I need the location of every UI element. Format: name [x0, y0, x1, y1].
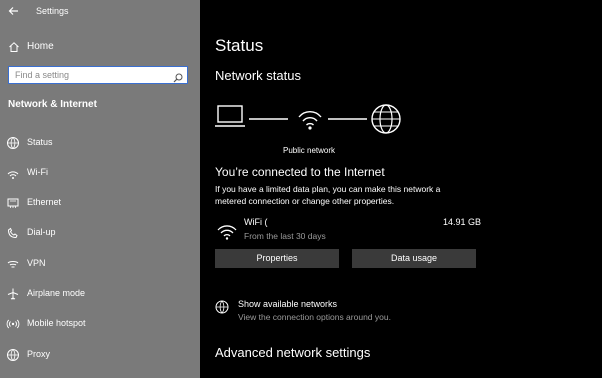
- sidebar-item-dialup[interactable]: Dial-up: [0, 222, 200, 244]
- sidebar-item-label: Dial-up: [27, 227, 56, 237]
- laptop-icon: [215, 105, 245, 127]
- wifi-icon: [6, 166, 20, 180]
- connection-data-usage: 14.91 GB: [443, 217, 482, 227]
- home-icon: [8, 40, 20, 52]
- connection-period: From the last 30 days: [244, 231, 326, 241]
- sidebar-item-label: VPN: [27, 258, 46, 268]
- globe-icon: [215, 300, 229, 314]
- sidebar-item-mobile-hotspot[interactable]: Mobile hotspot: [0, 313, 200, 335]
- show-available-networks-description: View the connection options around you.: [238, 312, 391, 322]
- sidebar-item-label: Status: [27, 137, 53, 147]
- connection-status-heading: You’re connected to the Internet: [215, 165, 385, 179]
- airplane-icon: [6, 287, 20, 301]
- sidebar-item-ethernet[interactable]: Ethernet: [0, 192, 200, 214]
- connection-name: WiFi (: [244, 217, 268, 227]
- section-title: Network & Internet: [8, 99, 97, 110]
- data-plan-text: If you have a limited data plan, you can…: [215, 184, 441, 206]
- status-icon: [6, 136, 20, 150]
- back-arrow-icon[interactable]: [6, 3, 22, 19]
- sidebar: Settings Home Network & Internet Status: [0, 0, 200, 378]
- ethernet-icon: [6, 196, 20, 210]
- sidebar-item-airplane-mode[interactable]: Airplane mode: [0, 283, 200, 305]
- sidebar-item-label: Wi-Fi: [27, 167, 48, 177]
- sidebar-item-status[interactable]: Status: [0, 132, 200, 154]
- properties-button[interactable]: Properties: [215, 249, 339, 268]
- sidebar-item-label: Proxy: [27, 349, 51, 359]
- network-diagram: [215, 104, 401, 134]
- hotspot-icon: [6, 317, 20, 331]
- search-input[interactable]: [15, 68, 165, 82]
- page-title: Status: [215, 36, 264, 55]
- sidebar-item-label: Airplane mode: [27, 288, 86, 298]
- wifi-signal-icon: [298, 111, 322, 130]
- search-box[interactable]: [8, 66, 188, 84]
- data-usage-button[interactable]: Data usage: [352, 249, 476, 268]
- sidebar-item-wifi[interactable]: Wi-Fi: [0, 162, 200, 184]
- dialup-icon: [6, 226, 20, 240]
- show-available-networks-link[interactable]: Show available networks: [238, 299, 337, 309]
- wifi-icon: [217, 225, 237, 240]
- sidebar-item-label: Home: [27, 41, 54, 52]
- settings-window: Settings Home Network & Internet Status: [0, 0, 602, 378]
- sidebar-item-vpn[interactable]: VPN: [0, 253, 200, 275]
- advanced-network-settings-heading: Advanced network settings: [215, 345, 371, 360]
- sidebar-item-label: Ethernet: [27, 197, 62, 207]
- network-status-heading: Network status: [215, 68, 301, 83]
- vpn-icon: [6, 257, 20, 271]
- main-panel: Status Network status Public network You…: [200, 0, 602, 378]
- sidebar-item-proxy[interactable]: Proxy: [0, 344, 200, 366]
- globe-icon: [6, 348, 20, 362]
- sidebar-item-label: Mobile hotspot: [27, 318, 86, 328]
- app-title: Settings: [36, 6, 69, 16]
- search-icon[interactable]: [173, 70, 183, 83]
- globe-icon: [371, 104, 401, 134]
- sidebar-item-home[interactable]: Home: [0, 37, 200, 57]
- network-type-label: Public network: [283, 146, 336, 155]
